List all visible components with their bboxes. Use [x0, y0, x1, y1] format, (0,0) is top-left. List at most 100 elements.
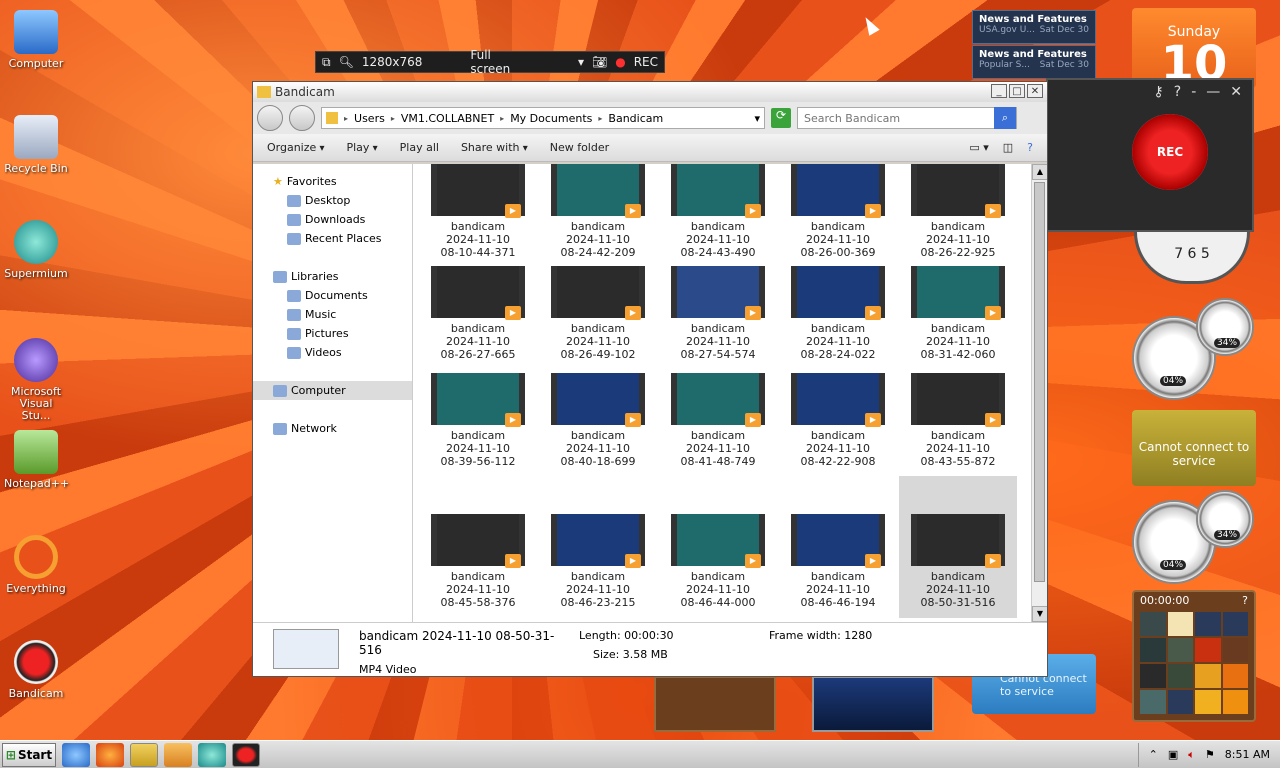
nav-favorites[interactable]: ★ Favorites	[253, 172, 412, 191]
nav-libraries[interactable]: Libraries	[253, 267, 412, 286]
file-tile[interactable]: bandicam2024-11-1008-26-49-102	[539, 266, 657, 361]
file-tile[interactable]: bandicam2024-11-1008-28-24-022	[779, 266, 897, 361]
file-tile[interactable]: bandicam2024-11-1008-26-00-369	[779, 164, 897, 259]
file-tile[interactable]: bandicam2024-11-1008-46-23-215	[539, 514, 657, 609]
help-icon[interactable]: ?	[1027, 141, 1033, 154]
nav-computer[interactable]: Computer	[253, 381, 412, 400]
desktop-icon-notepad-plus-plus[interactable]: Notepad++	[4, 430, 69, 490]
file-tile[interactable]: bandicam2024-11-1008-26-27-665	[419, 266, 537, 361]
scroll-down-button[interactable]: ▼	[1032, 606, 1047, 622]
start-button[interactable]: ⊞ Start	[2, 742, 56, 767]
selected-file-name: bandicam 2024-11-10 08-50-31-516	[359, 629, 555, 657]
close-button[interactable]: ✕	[1230, 84, 1242, 100]
file-tile[interactable]: bandicam2024-11-1008-27-54-574	[659, 266, 777, 361]
nav-desktop[interactable]: Desktop	[253, 191, 412, 210]
file-tile[interactable]: bandicam2024-11-1008-43-55-872	[899, 373, 1017, 468]
weather-gadget[interactable]: Cannot connect to service	[1132, 410, 1256, 486]
chevron-down-icon[interactable]: ▾	[754, 112, 760, 125]
help-icon[interactable]: ?	[1242, 594, 1248, 608]
maximize-button[interactable]: □	[1009, 84, 1025, 98]
slideshow-gadget[interactable]	[812, 676, 934, 732]
window-mode-icon[interactable]: ⧉	[322, 55, 331, 70]
help-button[interactable]: ?	[1174, 84, 1181, 100]
file-tile[interactable]: bandicam2024-11-1008-10-44-371	[419, 164, 537, 259]
file-tile[interactable]: bandicam2024-11-1008-39-56-112	[419, 373, 537, 468]
network-icon[interactable]: ▣	[1168, 748, 1178, 761]
play-button[interactable]: Play	[346, 141, 377, 154]
nav-music[interactable]: Music	[253, 305, 412, 324]
scrollbar-thumb[interactable]	[1034, 182, 1045, 582]
breadcrumb[interactable]: ▸ Users ▸ VM1.COLLABNET ▸ My Documents ▸…	[321, 107, 765, 129]
file-tile[interactable]: bandicam2024-11-1008-46-46-194	[779, 514, 897, 609]
desktop-icon-bandicam[interactable]: Bandicam	[4, 640, 68, 700]
nav-pictures[interactable]: Pictures	[253, 324, 412, 343]
file-tile[interactable]: bandicam2024-11-1008-50-31-516	[899, 476, 1017, 618]
nav-videos[interactable]: Videos	[253, 343, 412, 362]
nav-documents[interactable]: Documents	[253, 286, 412, 305]
capture-mode[interactable]: Full screen	[470, 48, 530, 76]
minimize-button[interactable]: _	[991, 84, 1007, 98]
clock[interactable]: 8:51 AM	[1225, 748, 1270, 761]
desktop-icon-supermium[interactable]: Supermium	[4, 220, 68, 280]
volume-icon[interactable]: 🔈︎	[1188, 748, 1195, 762]
desktop-icon-computer[interactable]: Computer	[4, 10, 68, 70]
desktop-icon-visual-studio[interactable]: Microsoft Visual Stu...	[4, 338, 68, 422]
desktop-icon-everything[interactable]: Everything	[4, 535, 68, 595]
taskbar-explorer-icon[interactable]	[130, 742, 158, 767]
taskbar-firefox-icon[interactable]	[96, 742, 124, 767]
breadcrumb-item[interactable]: VM1.COLLABNET	[401, 112, 494, 125]
breadcrumb-item[interactable]: Bandicam	[608, 112, 663, 125]
puzzle-gadget[interactable]	[654, 676, 776, 732]
vertical-scrollbar[interactable]: ▲ ▼	[1031, 164, 1047, 622]
file-tile[interactable]: bandicam2024-11-1008-46-44-000	[659, 514, 777, 609]
nav-network[interactable]: Network	[253, 419, 412, 438]
camera-icon[interactable]: 📷︎	[592, 55, 607, 69]
file-tile[interactable]: bandicam2024-11-1008-31-42-060	[899, 266, 1017, 361]
scroll-up-button[interactable]: ▲	[1032, 164, 1047, 180]
news-item[interactable]: News and Features f... Popular S...Sat D…	[972, 45, 1096, 79]
taskbar-media-icon[interactable]	[164, 742, 192, 767]
rec-button[interactable]: REC	[634, 55, 658, 69]
file-tile[interactable]: bandicam2024-11-1008-24-43-490	[659, 164, 777, 259]
dropdown-icon[interactable]: ▾	[578, 55, 584, 69]
zoom-icon[interactable]: 🔍︎	[339, 55, 354, 69]
refresh-button[interactable]: ⟳	[771, 108, 791, 128]
organize-button[interactable]: Organize	[267, 141, 324, 154]
file-tile[interactable]: bandicam2024-11-1008-41-48-749	[659, 373, 777, 468]
record-button[interactable]: REC	[1132, 114, 1208, 190]
taskbar-bandicam-icon[interactable]	[232, 742, 260, 767]
file-tile[interactable]: bandicam2024-11-1008-26-22-925	[899, 164, 1017, 259]
share-with-button[interactable]: Share with	[461, 141, 528, 154]
key-icon[interactable]: ⚷	[1154, 84, 1164, 100]
nav-recent-places[interactable]: Recent Places	[253, 229, 412, 248]
preview-pane-icon[interactable]: ◫	[1003, 141, 1013, 154]
calendar-gadget[interactable]: Sunday 10	[1132, 8, 1256, 88]
nav-downloads[interactable]: Downloads	[253, 210, 412, 229]
forward-button[interactable]	[289, 105, 315, 131]
capture-resolution[interactable]: 1280x768	[362, 55, 423, 69]
view-options-icon[interactable]: ▭ ▾	[969, 141, 988, 154]
taskbar-supermium-icon[interactable]	[198, 742, 226, 767]
minimize-button[interactable]: -	[1191, 84, 1196, 100]
back-button[interactable]	[257, 105, 283, 131]
news-item[interactable]: News and Features f... USA.gov U...Sat D…	[972, 10, 1096, 44]
file-tile[interactable]: bandicam2024-11-1008-24-42-209	[539, 164, 657, 259]
search-input[interactable]	[798, 111, 994, 125]
breadcrumb-item[interactable]: Users	[354, 112, 385, 125]
show-hidden-icons-icon[interactable]: ⌃	[1149, 748, 1158, 761]
play-all-button[interactable]: Play all	[400, 141, 439, 154]
window-titlebar[interactable]: Bandicam _ □ ✕	[253, 82, 1047, 102]
file-tile[interactable]: bandicam2024-11-1008-45-58-376	[419, 514, 537, 609]
breadcrumb-item[interactable]: My Documents	[510, 112, 592, 125]
desktop-icon-recycle-bin[interactable]: Recycle Bin	[4, 115, 68, 175]
new-folder-button[interactable]: New folder	[550, 141, 609, 154]
close-button[interactable]: ✕	[1027, 84, 1043, 98]
file-tile[interactable]: bandicam2024-11-1008-42-22-908	[779, 373, 897, 468]
minimize-tray-button[interactable]: —	[1206, 84, 1220, 100]
search-icon[interactable]: ⌕	[994, 107, 1016, 129]
search-box[interactable]: ⌕	[797, 107, 1017, 129]
puzzle-gadget[interactable]: 00:00:00?	[1132, 590, 1256, 722]
taskbar-ie-icon[interactable]	[62, 742, 90, 767]
file-tile[interactable]: bandicam2024-11-1008-40-18-699	[539, 373, 657, 468]
flag-icon[interactable]: ⚑	[1205, 748, 1215, 761]
